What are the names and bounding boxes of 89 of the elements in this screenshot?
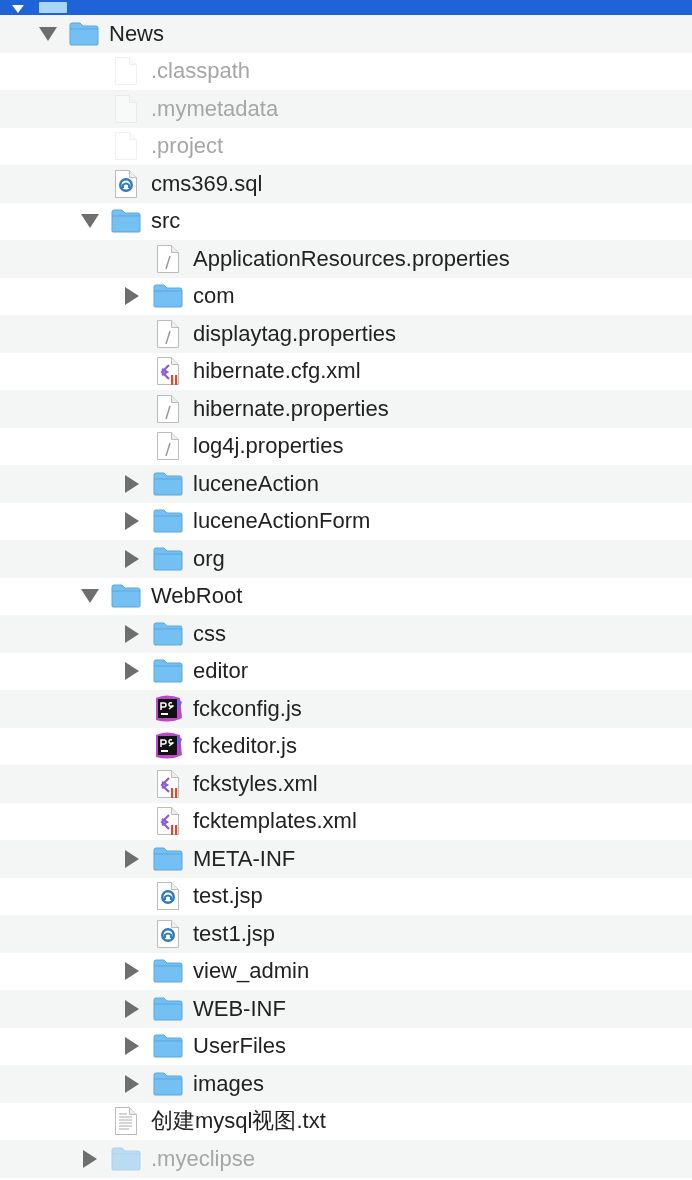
file-name: org <box>193 545 225 572</box>
file-name: .project <box>151 133 224 160</box>
file-row[interactable]: fcktemplates.xml <box>0 802 692 840</box>
file-row[interactable]: UserFiles <box>0 1027 692 1065</box>
file-row[interactable]: org <box>0 540 692 578</box>
file-row[interactable]: cms369.sql <box>0 165 692 203</box>
folder-icon <box>153 509 183 534</box>
file-name: .classpath <box>151 58 251 85</box>
folder-icon <box>111 584 141 609</box>
folder-icon <box>153 1034 183 1059</box>
file-name: luceneAction <box>193 470 319 497</box>
folder-icon <box>153 1071 183 1096</box>
folder-icon <box>153 996 183 1021</box>
disclosure-triangle-icon[interactable] <box>12 5 24 13</box>
file-name: ApplicationResources.properties <box>193 245 510 272</box>
file-name: 创建mysql视图.txt <box>151 1108 326 1135</box>
file-name: view_admin <box>193 958 310 985</box>
file-row[interactable]: WEB-INF <box>0 990 692 1028</box>
folder-icon <box>153 959 183 984</box>
file-name: editor <box>193 658 249 685</box>
file-name: fcktemplates.xml <box>193 808 357 835</box>
file-name: News <box>109 20 164 47</box>
app-icon <box>153 693 183 724</box>
file-name: fckconfig.js <box>193 695 302 722</box>
file-row[interactable]: com <box>0 277 692 315</box>
file-name: src <box>151 208 181 235</box>
document-icon <box>156 881 180 912</box>
file-name: images <box>193 1070 264 1097</box>
file-row[interactable]: News <box>0 15 692 53</box>
file-row[interactable]: editor <box>0 652 692 690</box>
file-name: com <box>193 283 235 310</box>
app-icon <box>153 731 183 762</box>
file-name: test1.jsp <box>193 920 275 947</box>
file-row[interactable]: luceneAction <box>0 465 692 503</box>
folder-icon <box>153 659 183 684</box>
file-row[interactable]: hibernate.properties <box>0 390 692 428</box>
file-row[interactable]: luceneActionForm <box>0 502 692 540</box>
file-row[interactable]: log4j.properties <box>0 427 692 465</box>
document-icon <box>156 431 180 462</box>
file-row[interactable]: test.jsp <box>0 877 692 915</box>
document-icon <box>156 356 180 387</box>
file-name: UserFiles <box>193 1033 286 1060</box>
file-name: META-INF <box>193 845 296 872</box>
file-name: fckeditor.js <box>193 733 297 760</box>
file-name: .mymetadata <box>151 95 279 122</box>
file-row[interactable]: WebRoot <box>0 577 692 615</box>
file-name: log4j.properties <box>193 433 344 460</box>
selected-row[interactable] <box>0 0 692 15</box>
document-icon <box>156 243 180 274</box>
folder-icon <box>38 2 68 14</box>
document-icon <box>156 318 180 349</box>
document-icon <box>114 168 138 199</box>
file-name: css <box>193 620 226 647</box>
file-row[interactable]: ApplicationResources.properties <box>0 240 692 278</box>
folder-icon <box>111 1146 141 1171</box>
file-name: .myeclipse <box>151 1145 255 1172</box>
file-row[interactable]: fckeditor.js <box>0 727 692 765</box>
file-row[interactable]: src <box>0 202 692 240</box>
document-icon <box>156 768 180 799</box>
file-row[interactable]: images <box>0 1065 692 1103</box>
folder-icon <box>153 621 183 646</box>
document-icon <box>156 806 180 837</box>
file-name: hibernate.cfg.xml <box>193 358 361 385</box>
file-row[interactable]: 创建mysql视图.txt <box>0 1102 692 1140</box>
file-name: displaytag.properties <box>193 320 396 347</box>
file-name: cms369.sql <box>151 170 263 197</box>
file-name: test.jsp <box>193 883 263 910</box>
folder-icon <box>111 209 141 234</box>
document-icon <box>156 393 180 424</box>
file-name: fckstyles.xml <box>193 770 318 797</box>
file-row[interactable]: test1.jsp <box>0 915 692 953</box>
document-icon <box>156 918 180 949</box>
folder-icon <box>153 284 183 309</box>
file-name: hibernate.properties <box>193 395 389 422</box>
file-row[interactable]: hibernate.cfg.xml <box>0 352 692 390</box>
file-row[interactable]: css <box>0 615 692 653</box>
folder-icon <box>153 471 183 496</box>
file-row[interactable]: fckstyles.xml <box>0 765 692 803</box>
file-name: luceneActionForm <box>193 508 371 535</box>
file-row[interactable]: fckconfig.js <box>0 690 692 728</box>
folder-icon <box>153 846 183 871</box>
file-row[interactable]: view_admin <box>0 952 692 990</box>
folder-icon <box>153 546 183 571</box>
file-row[interactable]: displaytag.properties <box>0 315 692 353</box>
file-name: WEB-INF <box>193 995 286 1022</box>
file-row[interactable]: META-INF <box>0 840 692 878</box>
folder-icon <box>69 21 99 46</box>
file-name: WebRoot <box>151 583 243 610</box>
text-document-icon <box>114 1106 138 1137</box>
